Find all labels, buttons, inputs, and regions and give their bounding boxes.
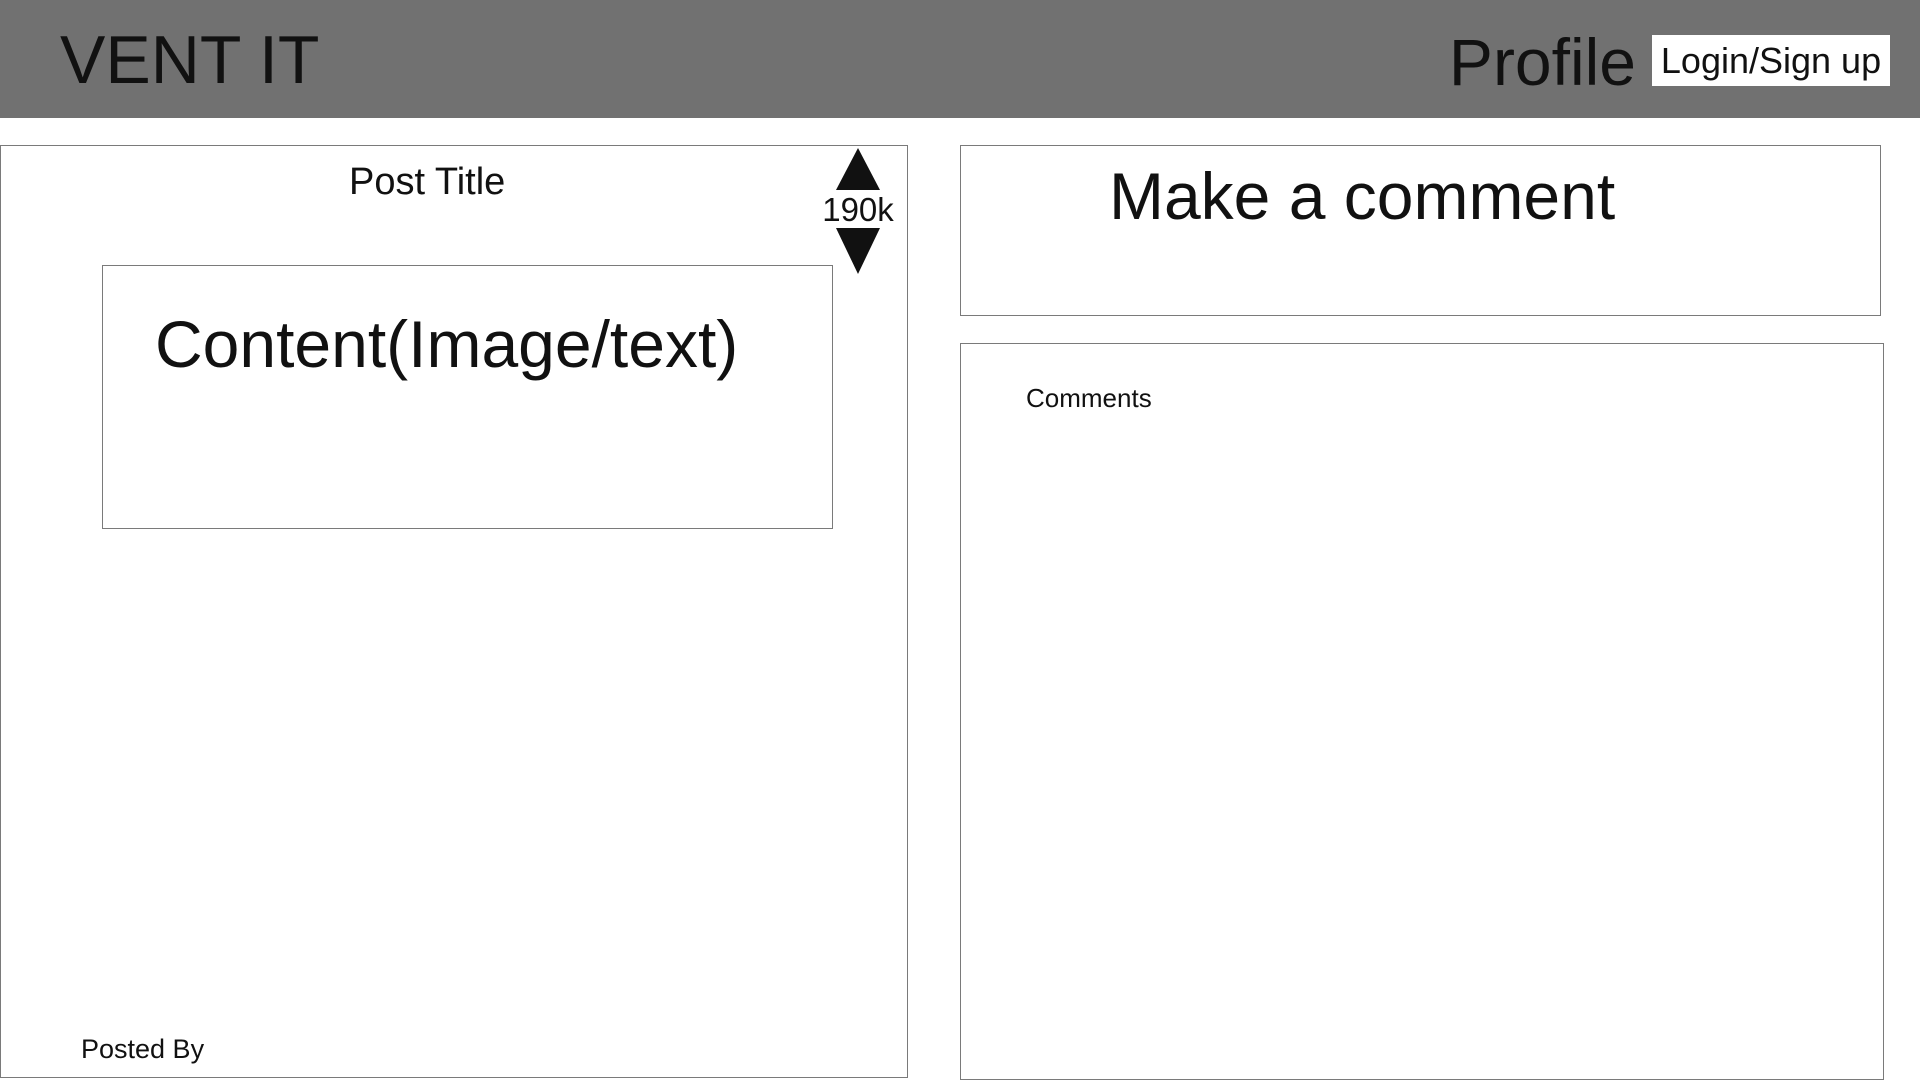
- post-title: Post Title: [349, 161, 506, 203]
- posted-by: Posted By: [81, 1034, 205, 1064]
- comment-input-placeholder: Make a comment: [1109, 159, 1616, 233]
- post-content-text: Content(Image/text): [155, 307, 739, 381]
- comments-heading: Comments: [1026, 383, 1152, 413]
- app-logo[interactable]: VENT IT: [60, 24, 319, 96]
- login-signup-button[interactable]: Login/Sign up: [1652, 35, 1890, 86]
- profile-link[interactable]: Profile: [1449, 26, 1636, 98]
- post-content: Content(Image/text): [102, 265, 833, 529]
- post-panel: Post Title 190k Content(Image/text) Post…: [0, 145, 908, 1078]
- vote-widget: 190k: [819, 146, 897, 276]
- comment-input[interactable]: Make a comment: [960, 145, 1881, 316]
- vote-count: 190k: [822, 191, 894, 228]
- upvote-icon[interactable]: [836, 148, 880, 190]
- top-header: VENT IT Profile Login/Sign up: [0, 0, 1920, 118]
- comments-list: Comments: [960, 343, 1884, 1080]
- downvote-icon[interactable]: [836, 228, 880, 274]
